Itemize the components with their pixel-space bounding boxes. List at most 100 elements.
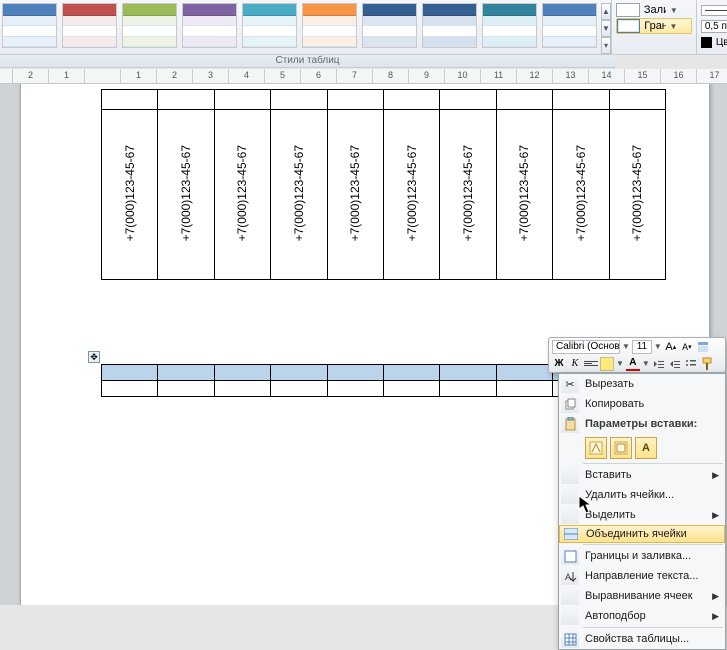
phone-text: +7(000)123-45-67 (461, 145, 475, 241)
table-style-thumb[interactable] (302, 3, 357, 48)
menu-delete-cells[interactable]: Удалить ячейки... (559, 485, 725, 505)
bold-button[interactable]: Ж (552, 357, 566, 371)
phone-text: +7(000)123-45-67 (235, 145, 249, 241)
table-cell[interactable]: +7(000)123-45-67 (102, 110, 158, 280)
menu-borders-fill[interactable]: Границы и заливка... (559, 546, 725, 566)
gallery-scroll-up-button[interactable]: ▲ (601, 3, 611, 20)
align-center-button[interactable] (584, 357, 598, 371)
phone-table[interactable]: +7(000)123-45-67+7(000)123-45-67+7(000)1… (101, 89, 666, 280)
table-styles-gallery (0, 0, 599, 54)
bullet-list-button[interactable] (684, 357, 698, 371)
phone-text: +7(000)123-45-67 (405, 145, 419, 241)
table-style-thumb[interactable] (362, 3, 417, 48)
menu-text-direction[interactable]: А Направление текста... (559, 566, 725, 586)
paste-text-only-button[interactable]: A (635, 437, 657, 459)
bucket-icon (616, 3, 640, 17)
borders-icon (617, 19, 640, 33)
italic-button[interactable]: К (568, 357, 582, 371)
highlight-button[interactable] (600, 357, 614, 371)
ribbon: ▲ ▼ ▾ Заливка ▼ Границы ▼ ▼ 0,5 пт▼ Цвет… (0, 0, 727, 55)
clipboard-icon (561, 415, 579, 433)
table-cell[interactable]: +7(000)123-45-67 (214, 110, 270, 280)
submenu-arrow-icon: ▶ (712, 470, 719, 481)
menu-cell-alignment[interactable]: Выравнивание ячеек ▶ (559, 586, 725, 606)
table-style-thumb[interactable] (542, 3, 597, 48)
menu-cut[interactable]: ✂ Вырезать (559, 374, 725, 394)
chevron-down-icon: ▼ (654, 342, 662, 351)
line-style-icon (701, 5, 727, 16)
table-cell[interactable]: +7(000)123-45-67 (271, 110, 327, 280)
paste-options-row: A (559, 434, 725, 462)
menu-insert[interactable]: Вставить ▶ (559, 465, 725, 485)
ruler-segment: 7 (337, 69, 373, 83)
table-cell[interactable]: +7(000)123-45-67 (496, 110, 552, 280)
format-painter-button[interactable] (700, 357, 714, 371)
pen-width-value: 0,5 пт (701, 20, 727, 33)
ruler-segment (85, 69, 121, 83)
chevron-down-icon: ▼ (670, 22, 691, 31)
menu-separator (583, 463, 723, 464)
pen-style-button[interactable]: ▼ (701, 2, 727, 18)
ruler-segment: 9 (409, 69, 445, 83)
table-cell[interactable]: +7(000)123-45-67 (327, 110, 383, 280)
menu-merge-cells[interactable]: Объединить ячейки (559, 525, 725, 543)
draw-borders-group: ▼ 0,5 пт▼ Цвет пе (696, 0, 727, 54)
ruler-segment: 3 (193, 69, 229, 83)
table-cell[interactable]: +7(000)123-45-67 (158, 110, 214, 280)
menu-table-properties[interactable]: Свойства таблицы... (559, 629, 725, 649)
paste-keep-formatting-button[interactable] (585, 437, 607, 459)
table-style-thumb[interactable] (2, 3, 57, 48)
ruler-segment: 17 (697, 69, 727, 83)
font-color-button[interactable]: A (626, 357, 640, 371)
gallery-scroll-down-button[interactable]: ▼ (601, 20, 611, 37)
menu-select[interactable]: Выделить ▶ (559, 505, 725, 525)
context-menu: ✂ Вырезать Копировать Параметры вставки:… (558, 373, 726, 650)
ruler-segment: 2 (13, 69, 49, 83)
shading-label: Заливка (644, 4, 666, 16)
table-cell[interactable]: +7(000)123-45-67 (440, 110, 496, 280)
text-direction-icon: А (561, 567, 579, 585)
menu-copy[interactable]: Копировать (559, 394, 725, 414)
indent-increase-button[interactable] (668, 357, 682, 371)
table-cell[interactable]: +7(000)123-45-67 (609, 110, 665, 280)
table-cell[interactable]: +7(000)123-45-67 (383, 110, 439, 280)
blank-icon (561, 506, 579, 524)
horizontal-ruler[interactable]: 21123456789101112131415161718 (13, 69, 727, 84)
paste-merge-formatting-button[interactable] (610, 437, 632, 459)
ruler-segment: 16 (661, 69, 697, 83)
phone-text: +7(000)123-45-67 (292, 145, 306, 241)
table-move-handle[interactable]: ✥ (88, 351, 100, 363)
menu-paste-options-header: Параметры вставки: (559, 414, 725, 434)
merge-cells-icon (562, 525, 580, 543)
svg-text:А: А (565, 572, 571, 582)
copy-icon (561, 395, 579, 413)
ruler-segment: 15 (625, 69, 661, 83)
submenu-arrow-icon: ▶ (712, 611, 719, 622)
chevron-down-icon: ▼ (642, 359, 650, 368)
mini-toolbar: Calibri (Основ ▼ 11 ▼ A▴ A▾ Ж К ▼ A ▼ (548, 337, 726, 373)
shading-button[interactable]: Заливка ▼ (616, 2, 692, 18)
gallery-more-button[interactable]: ▾ (601, 37, 611, 54)
table-style-thumb[interactable] (62, 3, 117, 48)
menu-autofit[interactable]: Автоподбор ▶ (559, 606, 725, 626)
styles-button[interactable] (696, 340, 710, 354)
phone-text: +7(000)123-45-67 (517, 145, 531, 241)
pen-width-button[interactable]: 0,5 пт▼ (701, 18, 727, 34)
table-style-thumb[interactable] (242, 3, 297, 48)
ruler-segment: 11 (481, 69, 517, 83)
table-cell[interactable]: +7(000)123-45-67 (553, 110, 609, 280)
font-name-dropdown[interactable]: Calibri (Основ (552, 340, 620, 354)
phone-text: +7(000)123-45-67 (179, 145, 193, 241)
table-style-thumb[interactable] (422, 3, 477, 48)
ruler-segment: 5 (265, 69, 301, 83)
indent-decrease-button[interactable] (652, 357, 666, 371)
table-style-thumb[interactable] (482, 3, 537, 48)
table-style-thumb[interactable] (182, 3, 237, 48)
grow-font-button[interactable]: A▴ (664, 340, 678, 354)
font-size-dropdown[interactable]: 11 (632, 340, 652, 354)
shrink-font-button[interactable]: A▾ (680, 340, 694, 354)
menu-separator (583, 544, 723, 545)
table-style-thumb[interactable] (122, 3, 177, 48)
borders-button[interactable]: Границы ▼ (616, 18, 692, 34)
pen-color-button[interactable]: Цвет пе (701, 34, 727, 50)
